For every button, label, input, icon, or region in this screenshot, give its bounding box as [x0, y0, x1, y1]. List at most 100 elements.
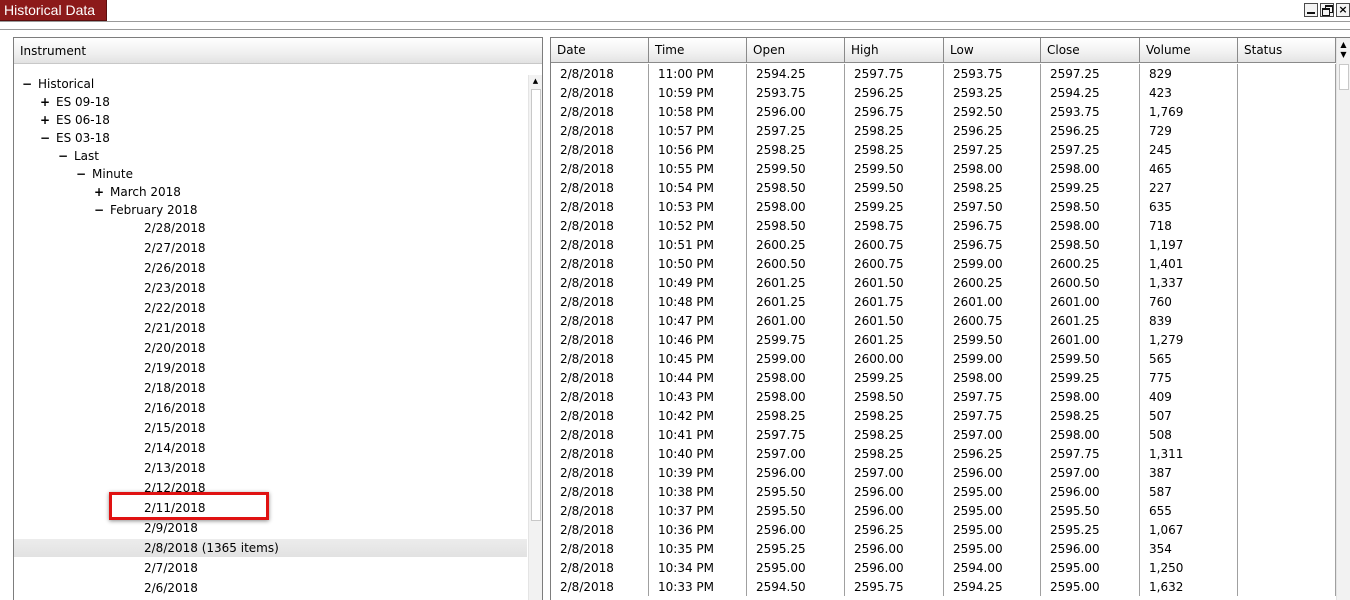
tree-item[interactable]: 2/15/2018: [144, 419, 206, 437]
table-row[interactable]: 2/8/2018 10:53 PM 2598.00 2599.25 2597.50 259…: [551, 197, 1336, 216]
table-row[interactable]: 2/8/2018 10:52 PM 2598.50 2598.75 2596.75 259…: [551, 216, 1336, 235]
table-row[interactable]: 2/8/2018 10:40 PM 2597.00 2598.25 2596.25 259…: [551, 444, 1336, 463]
scroll-up-icon[interactable]: ▲: [529, 75, 542, 87]
tree-item-label: 2/16/2018: [144, 401, 206, 415]
expand-icon[interactable]: +: [38, 111, 52, 129]
table-row[interactable]: 2/8/2018 10:44 PM 2598.00 2599.25 2598.00 259…: [551, 368, 1336, 387]
selection-highlight-box: [109, 492, 269, 520]
table-row[interactable]: 2/8/2018 10:33 PM 2594.50 2595.75 2594.25 259…: [551, 577, 1336, 596]
tree-item[interactable]: + March 2018: [92, 183, 181, 201]
tree-item[interactable]: 2/16/2018: [144, 399, 206, 417]
table-row[interactable]: 2/8/2018 10:50 PM 2600.50 2600.75 2599.00 260…: [551, 254, 1336, 273]
tree-item-label: 2/21/2018: [144, 321, 206, 335]
expand-icon[interactable]: +: [92, 183, 106, 201]
tree-item[interactable]: 2/22/2018: [144, 299, 206, 317]
tree-item-label: 2/27/2018: [144, 241, 206, 255]
tree-item[interactable]: 2/14/2018: [144, 439, 206, 457]
tree-item[interactable]: 2/28/2018: [144, 219, 206, 237]
collapse-icon[interactable]: −: [56, 147, 70, 165]
column-header-high[interactable]: High: [845, 38, 944, 62]
cell-close: 2601.00: [1041, 330, 1140, 349]
grid-scrollbar[interactable]: ▲ ▼: [1336, 38, 1350, 600]
table-row[interactable]: 2/8/2018 10:49 PM 2601.25 2601.50 2600.25 260…: [551, 273, 1336, 292]
scroll-arrows-icon[interactable]: ▲ ▼: [1337, 40, 1350, 62]
scrollbar-thumb[interactable]: [531, 89, 541, 521]
close-icon[interactable]: ×: [1336, 3, 1350, 17]
cell-status: [1238, 64, 1336, 83]
cell-close: 2593.75: [1041, 102, 1140, 121]
table-row[interactable]: 2/8/2018 10:56 PM 2598.25 2598.25 2597.25 259…: [551, 140, 1336, 159]
table-row[interactable]: 2/8/2018 10:35 PM 2595.25 2596.00 2595.00 259…: [551, 539, 1336, 558]
tree-scrollbar[interactable]: ▲: [528, 75, 542, 600]
tree-item[interactable]: − ES 03-18: [38, 129, 110, 147]
table-row[interactable]: 2/8/2018 10:42 PM 2598.25 2598.25 2597.75 259…: [551, 406, 1336, 425]
table-row[interactable]: 2/8/2018 10:58 PM 2596.00 2596.75 2592.50 259…: [551, 102, 1336, 121]
column-header-close[interactable]: Close: [1041, 38, 1140, 62]
tree-item[interactable]: 2/7/2018: [144, 559, 198, 577]
table-row[interactable]: 2/8/2018 10:47 PM 2601.00 2601.50 2600.75 260…: [551, 311, 1336, 330]
expand-icon[interactable]: +: [38, 93, 52, 111]
restore-icon[interactable]: [1320, 3, 1334, 17]
scrollbar-thumb[interactable]: [1339, 64, 1349, 90]
column-header-low[interactable]: Low: [944, 38, 1041, 62]
table-row[interactable]: 2/8/2018 10:39 PM 2596.00 2597.00 2596.00 259…: [551, 463, 1336, 482]
column-header-time[interactable]: Time: [649, 38, 747, 62]
tree-item[interactable]: 2/19/2018: [144, 359, 206, 377]
table-row[interactable]: 2/8/2018 10:57 PM 2597.25 2598.25 2596.25 259…: [551, 121, 1336, 140]
tree-item-label: 2/18/2018: [144, 381, 206, 395]
tree-item[interactable]: 2/6/2018: [144, 579, 198, 597]
cell-time: 11:00 PM: [649, 64, 747, 83]
cell-open: 2598.25: [747, 140, 845, 159]
cell-close: 2599.25: [1041, 368, 1140, 387]
tree-item[interactable]: 2/26/2018: [144, 259, 206, 277]
cell-time: 10:59 PM: [649, 83, 747, 102]
table-row[interactable]: 2/8/2018 10:37 PM 2595.50 2596.00 2595.00 259…: [551, 501, 1336, 520]
collapse-icon[interactable]: −: [74, 165, 88, 183]
tree-item[interactable]: − February 2018: [92, 201, 198, 219]
tree-item[interactable]: + ES 09-18: [38, 93, 110, 111]
table-row[interactable]: 2/8/2018 10:48 PM 2601.25 2601.75 2601.00 260…: [551, 292, 1336, 311]
table-row[interactable]: 2/8/2018 10:51 PM 2600.25 2600.75 2596.75 259…: [551, 235, 1336, 254]
instrument-header[interactable]: Instrument: [14, 38, 542, 64]
tree-item[interactable]: 2/18/2018: [144, 379, 206, 397]
table-row[interactable]: 2/8/2018 10:46 PM 2599.75 2601.25 2599.50 260…: [551, 330, 1336, 349]
tree-item-label: Minute: [92, 167, 133, 181]
table-row[interactable]: 2/8/2018 10:43 PM 2598.00 2598.50 2597.75 259…: [551, 387, 1336, 406]
tree-item[interactable]: 2/27/2018: [144, 239, 206, 257]
cell-time: 10:36 PM: [649, 520, 747, 539]
collapse-icon[interactable]: −: [92, 201, 106, 219]
cell-high: 2599.50: [845, 178, 944, 197]
table-row[interactable]: 2/8/2018 10:38 PM 2595.50 2596.00 2595.00 259…: [551, 482, 1336, 501]
column-header-volume[interactable]: Volume: [1140, 38, 1238, 62]
tree-item[interactable]: 2/8/2018 (1365 items): [14, 539, 527, 557]
table-row[interactable]: 2/8/2018 10:55 PM 2599.50 2599.50 2598.00 259…: [551, 159, 1336, 178]
tree-item[interactable]: − Historical: [20, 75, 94, 93]
table-row[interactable]: 2/8/2018 11:00 PM 2594.25 2597.75 2593.75 259…: [551, 64, 1336, 83]
tree-item[interactable]: 2/21/2018: [144, 319, 206, 337]
cell-close: 2598.00: [1041, 159, 1140, 178]
column-header-date[interactable]: Date: [551, 38, 649, 62]
table-row[interactable]: 2/8/2018 10:34 PM 2595.00 2596.00 2594.00 259…: [551, 558, 1336, 577]
tree-item[interactable]: − Minute: [74, 165, 133, 183]
column-header-status[interactable]: Status: [1238, 38, 1336, 62]
collapse-icon[interactable]: −: [20, 75, 34, 93]
cell-close: 2597.75: [1041, 444, 1140, 463]
tree-item[interactable]: 2/9/2018: [144, 519, 198, 537]
cell-volume: 655: [1140, 501, 1238, 520]
tree-item[interactable]: 2/13/2018: [144, 459, 206, 477]
tree-item[interactable]: 2/20/2018: [144, 339, 206, 357]
table-row[interactable]: 2/8/2018 10:41 PM 2597.75 2598.25 2597.00 259…: [551, 425, 1336, 444]
tree-item[interactable]: − Last: [56, 147, 99, 165]
tree-item[interactable]: 2/23/2018: [144, 279, 206, 297]
collapse-icon[interactable]: −: [38, 129, 52, 147]
cell-close: 2596.00: [1041, 539, 1140, 558]
table-row[interactable]: 2/8/2018 10:36 PM 2596.00 2596.25 2595.00 259…: [551, 520, 1336, 539]
column-header-open[interactable]: Open: [747, 38, 845, 62]
table-row[interactable]: 2/8/2018 10:59 PM 2593.75 2596.25 2593.25 259…: [551, 83, 1336, 102]
minimize-icon[interactable]: [1304, 3, 1318, 17]
cell-high: 2596.00: [845, 558, 944, 577]
table-row[interactable]: 2/8/2018 10:54 PM 2598.50 2599.50 2598.25 259…: [551, 178, 1336, 197]
tree-item[interactable]: + ES 06-18: [38, 111, 110, 129]
cell-volume: 587: [1140, 482, 1238, 501]
table-row[interactable]: 2/8/2018 10:45 PM 2599.00 2600.00 2599.00 259…: [551, 349, 1336, 368]
